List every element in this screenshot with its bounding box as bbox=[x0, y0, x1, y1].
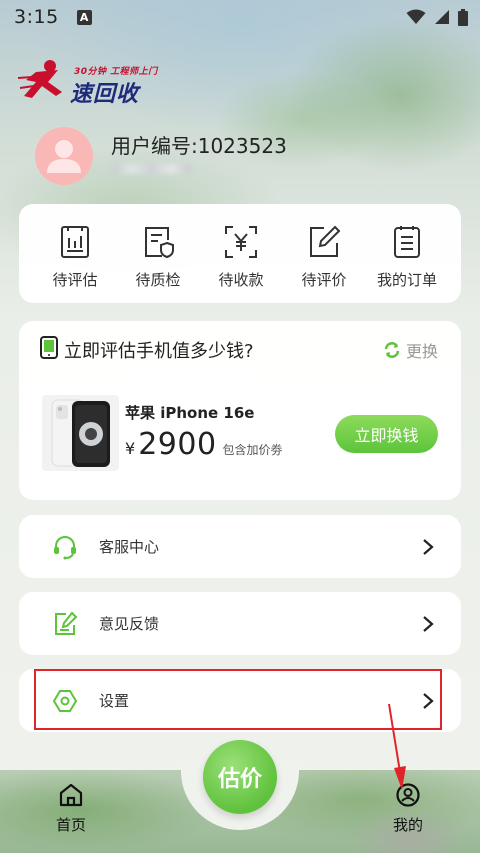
menu-customer-service[interactable]: 客服中心 bbox=[19, 515, 461, 578]
iphone-image-icon bbox=[51, 399, 110, 467]
menu-label: 客服中心 bbox=[99, 538, 160, 556]
nav-home-label: 首页 bbox=[55, 816, 86, 834]
feedback-edit-icon bbox=[55, 611, 78, 635]
nav-mine-label: 我的 bbox=[392, 816, 423, 834]
price-note: 包含加价劵 bbox=[222, 443, 283, 457]
chevron-right-icon bbox=[423, 538, 434, 555]
notification-badge: A bbox=[76, 9, 92, 25]
menu-feedback[interactable]: 意见反馈 bbox=[19, 592, 461, 655]
phone-name: 苹果 iPhone 16e bbox=[125, 404, 255, 422]
list-document-icon bbox=[394, 226, 420, 258]
estimate-center-button[interactable]: 估价 bbox=[203, 740, 277, 814]
order-label: 待评估 bbox=[52, 271, 98, 289]
phone-image bbox=[42, 395, 119, 471]
user-phone-blurred bbox=[113, 164, 191, 174]
order-label: 我的订单 bbox=[376, 271, 437, 289]
home-icon bbox=[59, 783, 83, 807]
status-time: 3:15 bbox=[14, 6, 59, 28]
battery-icon bbox=[458, 8, 468, 26]
edit-pen-icon bbox=[310, 225, 341, 257]
order-my-orders[interactable]: 我的订单 bbox=[371, 204, 443, 303]
chevron-right-icon bbox=[423, 615, 434, 632]
exchange-button[interactable]: 立即换钱 bbox=[335, 415, 438, 453]
order-label: 待收款 bbox=[218, 271, 264, 289]
shield-document-icon bbox=[145, 227, 174, 259]
order-label: 待质检 bbox=[135, 271, 181, 289]
avatar[interactable] bbox=[35, 127, 93, 185]
order-pending-inspection[interactable]: 待质检 bbox=[122, 204, 194, 303]
status-icons bbox=[406, 8, 468, 26]
clipboard-chart-icon bbox=[61, 226, 89, 258]
orders-card: 待评估 待质检 待收款 待评价 我的订单 bbox=[19, 204, 461, 303]
swap-label: 更换 bbox=[406, 342, 439, 361]
wifi-icon bbox=[406, 9, 426, 24]
signal-icon bbox=[435, 10, 449, 24]
logo-name: 速回收 bbox=[70, 82, 140, 107]
order-label: 待评价 bbox=[301, 271, 347, 289]
price-row: ¥ 2900 包含加价劵 bbox=[125, 427, 283, 462]
estimate-title: 立即评估手机值多少钱? bbox=[64, 341, 254, 362]
annotation-highlight-box bbox=[34, 669, 442, 730]
headset-icon bbox=[54, 535, 76, 559]
scan-yuan-icon bbox=[225, 226, 257, 258]
refresh-icon bbox=[384, 342, 400, 358]
runner-logo-icon bbox=[18, 60, 62, 98]
nav-home[interactable]: 首页 bbox=[41, 782, 101, 835]
currency-symbol: ¥ bbox=[125, 439, 136, 458]
order-pending-payment[interactable]: 待收款 bbox=[205, 204, 277, 303]
user-id: 用户编号:1023523 bbox=[111, 134, 287, 158]
user-avatar-icon bbox=[47, 140, 81, 173]
price-value: 2900 bbox=[138, 427, 217, 462]
order-pending-estimate[interactable]: 待评估 bbox=[39, 204, 111, 303]
status-bar: 3:15 A bbox=[0, 0, 480, 34]
order-pending-review[interactable]: 待评价 bbox=[288, 204, 360, 303]
app-logo: 30分钟 工程师上门 速回收 bbox=[18, 58, 157, 107]
menu-label: 意见反馈 bbox=[99, 615, 160, 633]
swap-button[interactable]: 更换 bbox=[382, 338, 438, 362]
annotation-arrow-icon bbox=[388, 703, 406, 790]
